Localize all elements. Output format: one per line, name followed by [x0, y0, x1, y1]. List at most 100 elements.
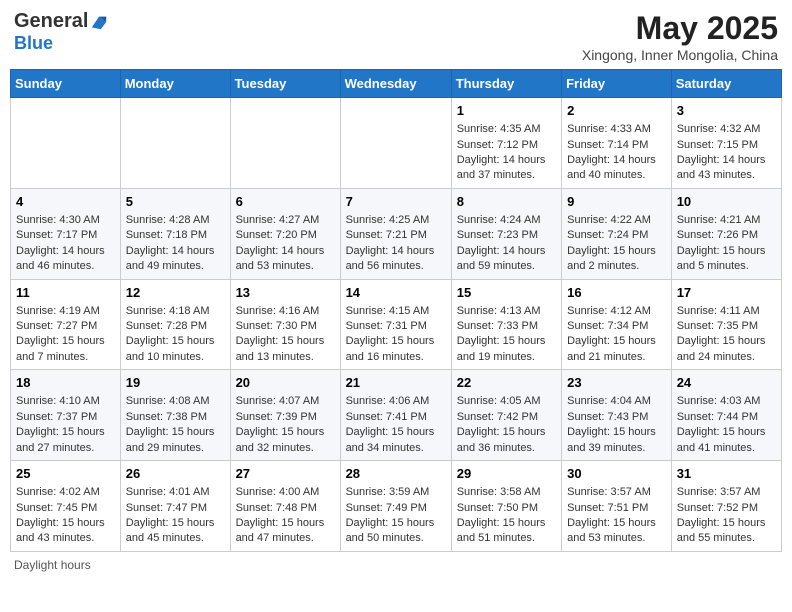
- day-number: 25: [16, 465, 115, 483]
- day-info: Sunrise: 4:30 AM Sunset: 7:17 PM Dayligh…: [16, 213, 115, 275]
- day-info: Sunrise: 4:22 AM Sunset: 7:24 PM Dayligh…: [567, 213, 666, 275]
- calendar-week-1: 1 Sunrise: 4:35 AM Sunset: 7:12 PM Daylig…: [11, 98, 782, 189]
- day-number: 28: [346, 465, 446, 483]
- day-info: Sunrise: 3:57 AM Sunset: 7:52 PM Dayligh…: [677, 485, 776, 547]
- day-info: Sunrise: 4:08 AM Sunset: 7:38 PM Dayligh…: [126, 394, 225, 456]
- day-info: Sunrise: 3:57 AM Sunset: 7:51 PM Dayligh…: [567, 485, 666, 547]
- day-number: 12: [126, 284, 225, 302]
- day-info: Sunrise: 4:32 AM Sunset: 7:15 PM Dayligh…: [677, 122, 776, 184]
- calendar-cell: 30 Sunrise: 3:57 AM Sunset: 7:51 PM Dayli…: [562, 461, 672, 552]
- day-number: 19: [126, 374, 225, 392]
- calendar-week-5: 25 Sunrise: 4:02 AM Sunset: 7:45 PM Dayli…: [11, 461, 782, 552]
- col-header-thursday: Thursday: [451, 70, 561, 98]
- day-info: Sunrise: 4:03 AM Sunset: 7:44 PM Dayligh…: [677, 394, 776, 456]
- calendar-cell: 25 Sunrise: 4:02 AM Sunset: 7:45 PM Dayli…: [11, 461, 121, 552]
- calendar-cell: [120, 98, 230, 189]
- calendar-table: SundayMondayTuesdayWednesdayThursdayFrid…: [10, 69, 782, 552]
- day-number: 8: [457, 193, 556, 211]
- day-info: Sunrise: 4:15 AM Sunset: 7:31 PM Dayligh…: [346, 304, 446, 366]
- calendar-cell: 28 Sunrise: 3:59 AM Sunset: 7:49 PM Dayli…: [340, 461, 451, 552]
- day-number: 4: [16, 193, 115, 211]
- calendar-cell: [230, 98, 340, 189]
- calendar-cell: 22Sunrise: 4:05 AM Sunset: 7:42 PM Dayli…: [451, 370, 561, 461]
- day-number: 1: [457, 102, 556, 120]
- day-number: 7: [346, 193, 446, 211]
- day-info: Sunrise: 4:16 AM Sunset: 7:30 PM Dayligh…: [236, 304, 335, 366]
- day-info: Sunrise: 3:59 AM Sunset: 7:49 PM Dayligh…: [346, 485, 446, 547]
- logo-general-text: General: [14, 10, 88, 33]
- day-info: Sunrise: 4:05 AM Sunset: 7:42 PM Dayligh…: [457, 394, 556, 456]
- calendar-cell: 23Sunrise: 4:04 AM Sunset: 7:43 PM Dayli…: [562, 370, 672, 461]
- day-info: Sunrise: 4:07 AM Sunset: 7:39 PM Dayligh…: [236, 394, 335, 456]
- calendar-cell: 14 Sunrise: 4:15 AM Sunset: 7:31 PM Dayli…: [340, 279, 451, 370]
- day-number: 2: [567, 102, 666, 120]
- logo-icon: [90, 13, 108, 31]
- col-header-sunday: Sunday: [11, 70, 121, 98]
- calendar-cell: 31 Sunrise: 3:57 AM Sunset: 7:52 PM Dayli…: [671, 461, 781, 552]
- day-number: 6: [236, 193, 335, 211]
- day-number: 29: [457, 465, 556, 483]
- day-number: 18: [16, 374, 115, 392]
- day-info: Sunrise: 3:58 AM Sunset: 7:50 PM Dayligh…: [457, 485, 556, 547]
- col-header-wednesday: Wednesday: [340, 70, 451, 98]
- day-info: Sunrise: 4:33 AM Sunset: 7:14 PM Dayligh…: [567, 122, 666, 184]
- calendar-week-3: 11Sunrise: 4:19 AM Sunset: 7:27 PM Dayli…: [11, 279, 782, 370]
- day-number: 17: [677, 284, 776, 302]
- calendar-cell: 1 Sunrise: 4:35 AM Sunset: 7:12 PM Daylig…: [451, 98, 561, 189]
- day-info: Sunrise: 4:11 AM Sunset: 7:35 PM Dayligh…: [677, 304, 776, 366]
- day-number: 31: [677, 465, 776, 483]
- title-block: May 2025 Xingong, Inner Mongolia, China: [582, 10, 778, 63]
- calendar-cell: 4 Sunrise: 4:30 AM Sunset: 7:17 PM Daylig…: [11, 188, 121, 279]
- day-info: Sunrise: 4:25 AM Sunset: 7:21 PM Dayligh…: [346, 213, 446, 275]
- calendar-cell: 6 Sunrise: 4:27 AM Sunset: 7:20 PM Daylig…: [230, 188, 340, 279]
- col-header-tuesday: Tuesday: [230, 70, 340, 98]
- day-info: Sunrise: 4:27 AM Sunset: 7:20 PM Dayligh…: [236, 213, 335, 275]
- day-info: Sunrise: 4:01 AM Sunset: 7:47 PM Dayligh…: [126, 485, 225, 547]
- col-header-friday: Friday: [562, 70, 672, 98]
- day-number: 10: [677, 193, 776, 211]
- day-number: 3: [677, 102, 776, 120]
- col-header-saturday: Saturday: [671, 70, 781, 98]
- calendar-cell: 16Sunrise: 4:12 AM Sunset: 7:34 PM Dayli…: [562, 279, 672, 370]
- day-number: 20: [236, 374, 335, 392]
- day-info: Sunrise: 4:21 AM Sunset: 7:26 PM Dayligh…: [677, 213, 776, 275]
- calendar-cell: 9 Sunrise: 4:22 AM Sunset: 7:24 PM Daylig…: [562, 188, 672, 279]
- day-info: Sunrise: 4:12 AM Sunset: 7:34 PM Dayligh…: [567, 304, 666, 366]
- logo-blue-text: Blue: [14, 33, 53, 53]
- calendar-cell: 8 Sunrise: 4:24 AM Sunset: 7:23 PM Daylig…: [451, 188, 561, 279]
- day-info: Sunrise: 4:24 AM Sunset: 7:23 PM Dayligh…: [457, 213, 556, 275]
- col-header-monday: Monday: [120, 70, 230, 98]
- day-number: 27: [236, 465, 335, 483]
- day-info: Sunrise: 4:06 AM Sunset: 7:41 PM Dayligh…: [346, 394, 446, 456]
- day-number: 23: [567, 374, 666, 392]
- day-number: 30: [567, 465, 666, 483]
- calendar-cell: 5Sunrise: 4:28 AM Sunset: 7:18 PM Daylig…: [120, 188, 230, 279]
- calendar-cell: 11Sunrise: 4:19 AM Sunset: 7:27 PM Dayli…: [11, 279, 121, 370]
- calendar-cell: [11, 98, 121, 189]
- day-info: Sunrise: 4:02 AM Sunset: 7:45 PM Dayligh…: [16, 485, 115, 547]
- daylight-label: Daylight hours: [14, 558, 91, 572]
- calendar-cell: 18Sunrise: 4:10 AM Sunset: 7:37 PM Dayli…: [11, 370, 121, 461]
- calendar-cell: 21 Sunrise: 4:06 AM Sunset: 7:41 PM Dayli…: [340, 370, 451, 461]
- day-number: 21: [346, 374, 446, 392]
- calendar-header-row: SundayMondayTuesdayWednesdayThursdayFrid…: [11, 70, 782, 98]
- calendar-cell: 3 Sunrise: 4:32 AM Sunset: 7:15 PM Daylig…: [671, 98, 781, 189]
- day-number: 11: [16, 284, 115, 302]
- calendar-cell: 29 Sunrise: 3:58 AM Sunset: 7:50 PM Dayli…: [451, 461, 561, 552]
- calendar-cell: [340, 98, 451, 189]
- calendar-cell: 13Sunrise: 4:16 AM Sunset: 7:30 PM Dayli…: [230, 279, 340, 370]
- day-number: 14: [346, 284, 446, 302]
- calendar-cell: 7 Sunrise: 4:25 AM Sunset: 7:21 PM Daylig…: [340, 188, 451, 279]
- calendar-cell: 20 Sunrise: 4:07 AM Sunset: 7:39 PM Dayli…: [230, 370, 340, 461]
- month-title: May 2025: [582, 10, 778, 47]
- calendar-cell: 10 Sunrise: 4:21 AM Sunset: 7:26 PM Dayli…: [671, 188, 781, 279]
- calendar-cell: 26Sunrise: 4:01 AM Sunset: 7:47 PM Dayli…: [120, 461, 230, 552]
- calendar-cell: 17 Sunrise: 4:11 AM Sunset: 7:35 PM Dayli…: [671, 279, 781, 370]
- calendar-cell: 24Sunrise: 4:03 AM Sunset: 7:44 PM Dayli…: [671, 370, 781, 461]
- calendar-week-2: 4 Sunrise: 4:30 AM Sunset: 7:17 PM Daylig…: [11, 188, 782, 279]
- page-header: General Blue May 2025 Xingong, Inner Mon…: [10, 10, 782, 63]
- logo: General Blue: [14, 10, 108, 54]
- calendar-cell: 15Sunrise: 4:13 AM Sunset: 7:33 PM Dayli…: [451, 279, 561, 370]
- day-number: 9: [567, 193, 666, 211]
- day-info: Sunrise: 4:35 AM Sunset: 7:12 PM Dayligh…: [457, 122, 556, 184]
